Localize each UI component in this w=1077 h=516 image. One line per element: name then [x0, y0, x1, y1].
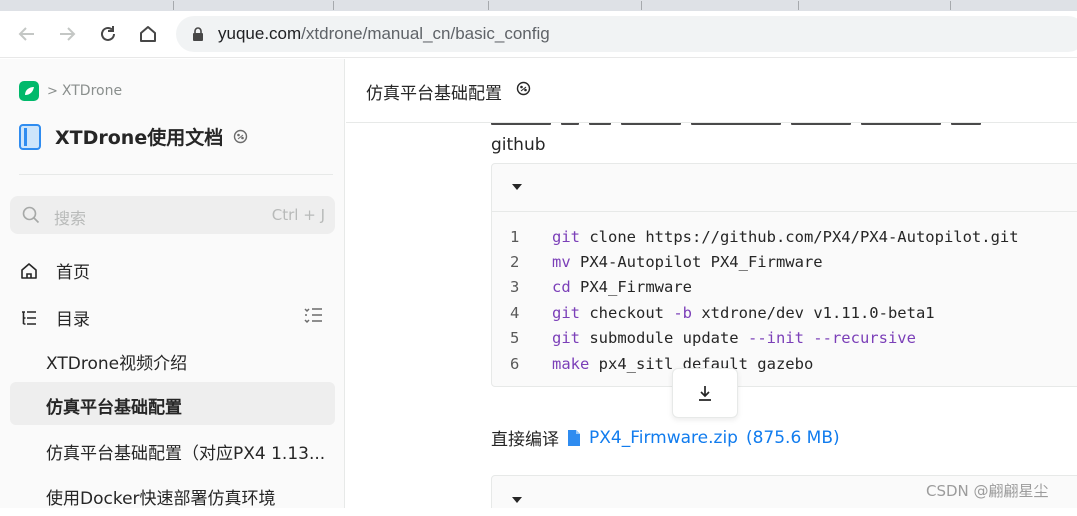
- browser-toolbar: yuque.com/xtdrone/manual_cn/basic_config: [0, 11, 1077, 58]
- tab-separator: [488, 1, 489, 10]
- search-placeholder: 搜索: [54, 209, 87, 228]
- code-args: checkout: [580, 303, 674, 322]
- watermark: CSDN @翩翩星尘: [926, 482, 1049, 500]
- line-number: 3: [510, 278, 520, 297]
- breadcrumb[interactable]: > XTDrone: [19, 81, 122, 101]
- code-args: xtdrone/dev v1.11.0-beta1: [692, 303, 935, 322]
- line-number: 2: [510, 253, 520, 272]
- code-line: 2 mv PX4-Autopilot PX4_Firmware: [492, 249, 1019, 274]
- toc-item[interactable]: XTDrone视频介绍: [10, 338, 335, 381]
- toc-item-label: 使用Docker快速部署仿真环境: [46, 489, 276, 509]
- code-line: 4 git checkout -b xtdrone/dev v1.11.0-bet…: [492, 300, 1019, 325]
- sidebar-search[interactable]: 搜索 Ctrl + J: [10, 196, 335, 234]
- code-args: clone https://github.com/PX4/PX4-Autopil…: [580, 227, 1019, 246]
- tab-separator: [798, 1, 799, 10]
- back-button[interactable]: [13, 20, 41, 48]
- code-line: 6 make px4_sitl default gazebo: [492, 351, 1019, 376]
- tab-separator: [950, 1, 951, 10]
- yuque-logo-icon: [19, 81, 39, 101]
- download-button[interactable]: [672, 368, 738, 418]
- sidebar: > XTDrone XTDrone使用文档 搜索 Ctrl + J 首页 目录 …: [0, 59, 345, 509]
- reload-icon: [101, 26, 115, 41]
- code-command: cd: [552, 278, 571, 297]
- search-shortcut: Ctrl + J: [271, 206, 325, 224]
- code-command: git: [552, 227, 580, 246]
- back-arrow-icon: [18, 27, 34, 41]
- sidebar-divider: [19, 174, 333, 175]
- lock-icon: [193, 27, 203, 41]
- code-flag: -b: [673, 303, 692, 322]
- share-settings-icon[interactable]: [516, 81, 531, 96]
- code-line: 5 git submodule update --init --recursive: [492, 326, 1019, 351]
- tab-separator: [173, 1, 174, 10]
- code-command: make: [552, 354, 590, 373]
- url-host: yuque.com: [218, 24, 302, 43]
- compile-line: 直接编译 PX4_Firmware.zip (875.6 MB): [491, 425, 840, 451]
- code-command: mv: [552, 253, 571, 272]
- toc-item[interactable]: 仿真平台基础配置（对应PX4 1.13...: [10, 428, 335, 471]
- compile-label: 直接编译: [491, 430, 559, 450]
- caret-down-icon[interactable]: [512, 184, 522, 190]
- search-icon: [22, 206, 40, 224]
- code-line: 3 cd PX4_Firmware: [492, 275, 1019, 300]
- line-number: 4: [510, 303, 520, 322]
- toc-collapse-icon[interactable]: [303, 306, 323, 324]
- browser-tab-strip: [0, 0, 1077, 11]
- url-path: /xtdrone/manual_cn/basic_config: [301, 24, 550, 43]
- code-command: git: [552, 329, 580, 348]
- book-title: XTDrone使用文档: [55, 127, 224, 149]
- sidebar-item-toc-label: 目录: [56, 310, 90, 330]
- download-icon: [699, 386, 711, 401]
- share-settings-icon[interactable]: [233, 129, 248, 144]
- toc-icon: [22, 310, 36, 325]
- url-text: yuque.com/xtdrone/manual_cn/basic_config: [218, 24, 550, 44]
- doc-header: 仿真平台基础配置: [346, 59, 1077, 123]
- toc-item[interactable]: 使用Docker快速部署仿真环境: [10, 473, 335, 516]
- toc-item-label: 仿真平台基础配置: [46, 398, 182, 418]
- line-number: 5: [510, 329, 520, 348]
- sidebar-item-home-label: 首页: [56, 263, 90, 283]
- line-number: 6: [510, 354, 520, 373]
- tab-separator: [641, 1, 642, 10]
- sidebar-item-home[interactable]: 首页: [20, 258, 90, 283]
- forward-arrow-icon: [60, 27, 76, 41]
- address-bar[interactable]: yuque.com/xtdrone/manual_cn/basic_config: [176, 16, 1077, 52]
- book-header[interactable]: XTDrone使用文档: [19, 123, 248, 150]
- paragraph-github: github: [491, 135, 546, 155]
- reload-button[interactable]: [94, 20, 122, 48]
- chevron-right-icon: >: [47, 83, 58, 99]
- doc-content: github 1 git clone https://github.com/PX4…: [346, 123, 1077, 508]
- toc-item-active[interactable]: 仿真平台基础配置: [10, 382, 335, 425]
- tab-separator: [333, 1, 334, 10]
- file-link[interactable]: PX4_Firmware.zip: [589, 428, 738, 448]
- line-number: 1: [510, 227, 520, 246]
- doc-title: 仿真平台基础配置: [366, 84, 502, 104]
- toc-item-label: 仿真平台基础配置（对应PX4 1.13...: [46, 444, 326, 464]
- file-attachment-icon: [568, 429, 580, 446]
- code-flag: --init --recursive: [747, 329, 916, 348]
- code-args: submodule update: [580, 329, 748, 348]
- code-args: PX4_Firmware: [570, 278, 692, 297]
- code-block[interactable]: 1 git clone https://github.com/PX4/PX4-Au…: [491, 163, 1077, 387]
- code-block-header: [492, 164, 1077, 212]
- home-icon: [21, 262, 37, 279]
- book-icon: [19, 123, 41, 150]
- forward-button[interactable]: [53, 20, 81, 48]
- breadcrumb-label: XTDrone: [61, 83, 123, 99]
- caret-down-icon[interactable]: [512, 497, 522, 503]
- toc-item-label: XTDrone视频介绍: [46, 354, 188, 374]
- code-args: PX4-Autopilot PX4_Firmware: [570, 253, 823, 272]
- home-button[interactable]: [134, 20, 162, 48]
- code-command: git: [552, 303, 580, 322]
- home-icon: [140, 26, 156, 42]
- code-lines: 1 git clone https://github.com/PX4/PX4-Au…: [492, 224, 1019, 376]
- file-size: (875.6 MB): [745, 427, 840, 448]
- code-line: 1 git clone https://github.com/PX4/PX4-Au…: [492, 224, 1019, 249]
- clipped-text-line: [491, 123, 1051, 129]
- sidebar-item-toc[interactable]: 目录: [20, 305, 90, 330]
